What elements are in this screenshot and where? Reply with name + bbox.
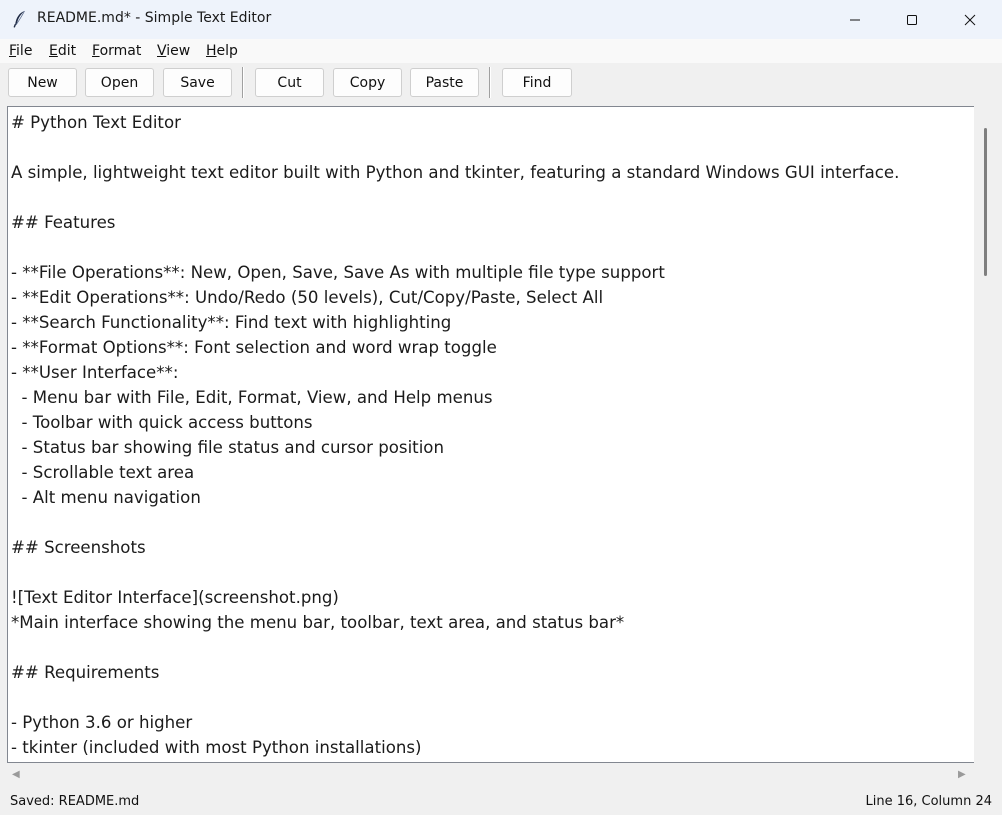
menu-view[interactable]: View (157, 43, 190, 59)
maximize-icon (907, 14, 917, 25)
editor-line: ## Requirements (11, 663, 160, 682)
open-button[interactable]: Open (85, 68, 154, 97)
title-bar[interactable]: README.md* - Simple Text Editor (0, 0, 1002, 39)
cut-button[interactable]: Cut (255, 68, 324, 97)
editor-line: *Main interface showing the menu bar, to… (11, 613, 625, 632)
cursor-position: Line 16, Column 24 (865, 794, 993, 809)
scroll-right-arrow-icon[interactable]: ▶ (958, 769, 966, 780)
editor-line: ![Text Editor Interface](screenshot.png) (11, 588, 339, 607)
toolbar-separator (489, 67, 491, 98)
menu-help[interactable]: Help (206, 43, 238, 59)
paste-button[interactable]: Paste (410, 68, 479, 97)
editor-line: - **File Operations**: New, Open, Save, … (11, 263, 665, 282)
vertical-scroll-thumb[interactable] (984, 128, 987, 276)
feather-quill-icon (10, 9, 30, 29)
editor-line: - **Edit Operations**: Undo/Redo (50 lev… (11, 288, 604, 307)
editor-line: A simple, lightweight text editor built … (11, 163, 900, 182)
editor-line: - **Search Functionality**: Find text wi… (11, 313, 452, 332)
copy-button[interactable]: Copy (333, 68, 402, 97)
find-button[interactable]: Find (502, 68, 572, 97)
editor-line: - Menu bar with File, Edit, Format, View… (11, 388, 493, 407)
editor-line: - Scrollable text area (11, 463, 195, 482)
editor-line: - Status bar showing file status and cur… (11, 438, 444, 457)
close-button[interactable] (941, 0, 999, 39)
window-title: README.md* - Simple Text Editor (37, 10, 272, 26)
editor-line: - **User Interface**: (11, 363, 179, 382)
minimize-icon (850, 19, 860, 20)
maximize-button[interactable] (883, 0, 941, 39)
editor-line: - Toolbar with quick access buttons (11, 413, 313, 432)
vertical-scrollbar[interactable] (974, 106, 1002, 763)
editor-line: - tkinter (included with most Python ins… (11, 738, 422, 757)
editor-line: - Alt menu navigation (11, 488, 201, 507)
status-bar: Saved: README.md Line 16, Column 24 (0, 785, 1002, 815)
text-area[interactable]: # Python Text Editor A simple, lightweig… (7, 106, 974, 763)
minimize-button[interactable] (826, 0, 884, 39)
editor-line: # Python Text Editor (11, 113, 181, 132)
menu-format[interactable]: Format (92, 43, 141, 59)
editor-line: ## Features (11, 213, 116, 232)
scroll-left-arrow-icon[interactable]: ◀ (12, 769, 20, 780)
menu-edit[interactable]: Edit (49, 43, 76, 59)
editor-line: - **Format Options**: Font selection and… (11, 338, 497, 357)
editor-line: ## Screenshots (11, 538, 146, 557)
toolbar-separator (242, 67, 244, 98)
save-button[interactable]: Save (163, 68, 232, 97)
horizontal-scrollbar[interactable]: ◀ ▶ (0, 763, 1002, 785)
menu-bar: File Edit Format View Help (0, 39, 1002, 63)
editor-line: - Python 3.6 or higher (11, 713, 193, 732)
file-status: Saved: README.md (10, 794, 140, 809)
close-icon (964, 14, 976, 25)
toolbar: New Open Save Cut Copy Paste Find (0, 63, 1002, 105)
menu-file[interactable]: File (9, 43, 32, 59)
new-button[interactable]: New (8, 68, 77, 97)
